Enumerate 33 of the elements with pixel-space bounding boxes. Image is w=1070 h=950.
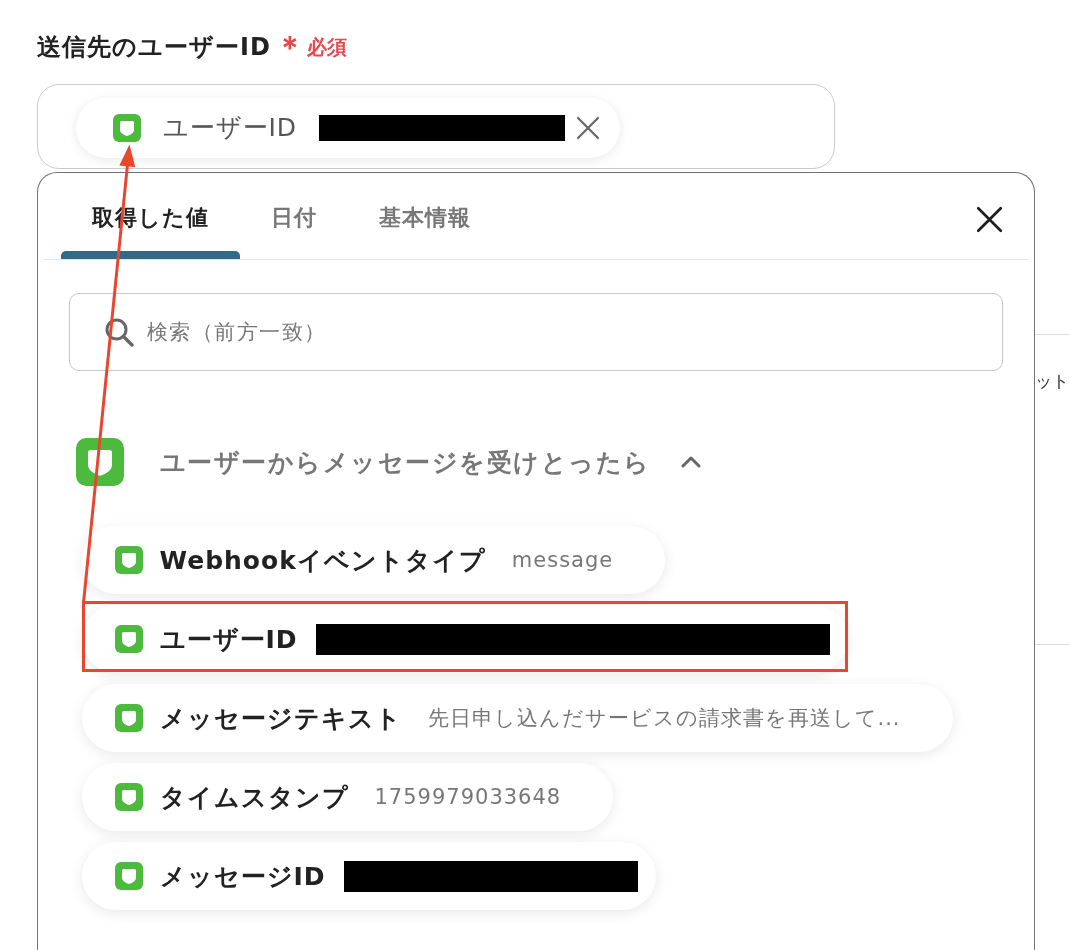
value-item[interactable]: タイムスタンプ 1759979033648 (81, 763, 614, 831)
user-id-field[interactable]: ユーザーID (37, 84, 835, 169)
item-label: ユーザーID (159, 623, 298, 656)
item-label: メッセージテキスト (159, 702, 402, 735)
shield-icon (112, 113, 141, 142)
close-icon[interactable] (976, 206, 1003, 233)
shield-icon (114, 625, 143, 653)
shield-icon (114, 862, 143, 890)
value-chip[interactable]: ユーザーID (75, 97, 621, 158)
search-icon (103, 317, 134, 347)
item-label: メッセージID (159, 860, 326, 893)
tab[interactable]: 日付 (240, 173, 348, 259)
item-value: message (511, 548, 614, 572)
chevron-up-icon[interactable] (680, 456, 701, 468)
chip-label: ユーザーID (162, 112, 298, 144)
required-mark: ＊ (274, 32, 305, 62)
shield-icon (114, 704, 143, 732)
shield-icon (114, 546, 143, 574)
search-field[interactable]: 検索（前方一致） (68, 293, 1003, 371)
shield-icon (114, 783, 143, 811)
value-item[interactable]: メッセージID (81, 842, 656, 910)
field-label: 送信先のユーザーID (37, 32, 271, 63)
item-label: タイムスタンプ (159, 781, 349, 814)
shield-icon (75, 438, 124, 486)
tab[interactable]: 基本情報 (348, 173, 502, 259)
value-item[interactable]: Webhookイベントタイプ message (81, 526, 666, 594)
background-text: ット (1035, 370, 1070, 393)
item-label: Webhookイベントタイプ (159, 544, 486, 577)
item-value: 先日申し込んだサービスの請求書を再送して... (427, 705, 901, 732)
item-value: 1759979033648 (374, 785, 562, 809)
group-title: ユーザーからメッセージを受けとったら (159, 446, 651, 479)
required-text: 必須 (306, 33, 347, 61)
value-item[interactable]: メッセージテキスト 先日申し込んだサービスの請求書を再送して... (81, 684, 953, 752)
